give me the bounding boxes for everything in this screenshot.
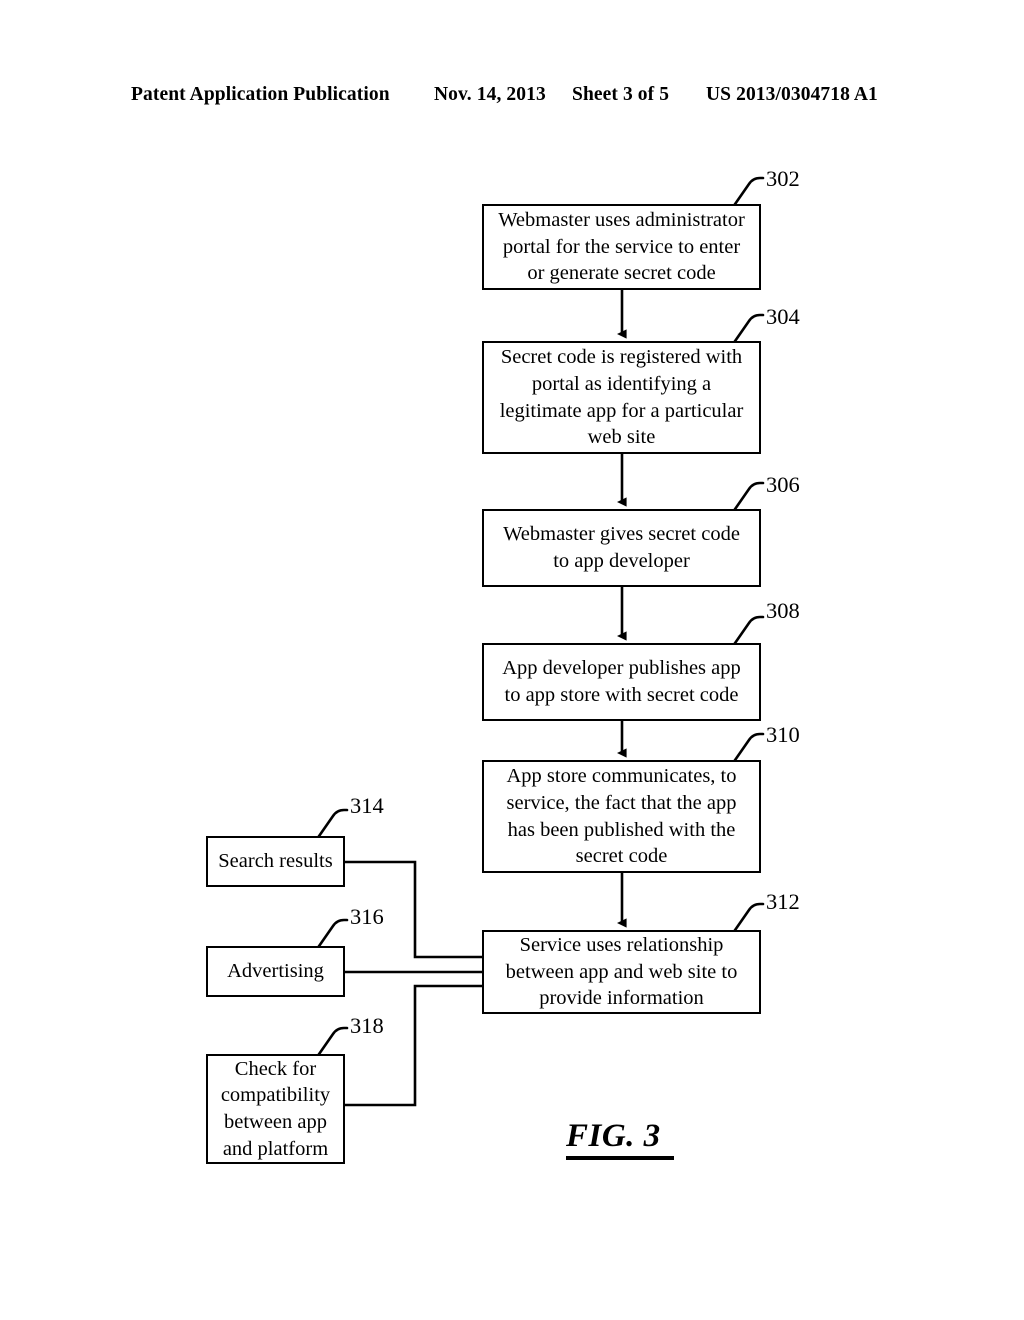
reference-numeral-302: 302 <box>766 166 800 191</box>
box-304-line-4: web site <box>587 426 656 449</box>
process-box-308[interactable]: App developer publishes app to app store… <box>482 643 761 721</box>
box-318-line-3: between app <box>223 1111 327 1133</box>
box-304-line-1: Secret code is registered with <box>500 346 743 369</box>
leader-302 <box>731 176 765 209</box>
box-318-line-2: compatibility <box>220 1084 331 1107</box>
process-box-306[interactable]: Webmaster gives secret code to app devel… <box>482 509 761 587</box>
box-310-line-1: App store communicates, to <box>506 765 737 788</box>
box-306-line-1: Webmaster gives secret code <box>503 523 740 546</box>
leader-308 <box>731 615 765 648</box>
reference-numeral-316: 316 <box>350 904 384 929</box>
box-302-line-2: portal for the service to enter <box>502 235 741 258</box>
leader-310 <box>731 732 765 765</box>
box-312-line-3: provide information <box>539 987 704 1010</box>
leader-304 <box>731 313 765 346</box>
process-box-310[interactable]: App store communicates, to service, the … <box>482 760 761 873</box>
process-box-304[interactable]: Secret code is registered with portal as… <box>482 341 761 454</box>
process-box-302[interactable]: Webmaster uses administrator portal for … <box>482 204 761 290</box>
figure-caption-text: FIG. 3 <box>566 1118 661 1154</box>
box-310-line-4: secret code <box>575 845 668 868</box>
leader-306 <box>731 481 765 514</box>
process-box-312[interactable]: Service uses relationship between app an… <box>482 930 761 1014</box>
box-310-line-3: has been published with the <box>507 818 736 841</box>
box-318-line-1: Check for <box>234 1057 317 1080</box>
box-312-line-1: Service uses relationship <box>519 934 724 957</box>
box-302-line-1: Webmaster uses administrator <box>498 209 745 232</box>
reference-numeral-310: 310 <box>766 722 800 747</box>
process-box-318[interactable]: Check for compatibility between app and … <box>206 1054 345 1164</box>
box-310-line-2: service, the fact that the app <box>506 791 737 814</box>
box-306-line-2: to app developer <box>553 550 690 572</box>
reference-numeral-318: 318 <box>350 1013 384 1038</box>
box-308-line-2: to app store with secret code <box>504 684 739 706</box>
box-304-line-2: portal as identifying a <box>531 372 712 395</box>
reference-numeral-306: 306 <box>766 472 800 497</box>
figure-caption: FIG. 3 <box>566 1118 674 1160</box>
flowchart-figure: Webmaster uses administrator portal for … <box>0 0 1024 1320</box>
leader-316 <box>315 918 349 951</box>
reference-numeral-308: 308 <box>766 598 800 623</box>
connector-318-to-312 <box>345 984 482 1107</box>
reference-numeral-312: 312 <box>766 889 800 914</box>
box-316-line-1: Advertising <box>227 960 324 983</box>
reference-numeral-314: 314 <box>350 793 384 818</box>
box-312-line-2: between app and web site to <box>505 960 738 983</box>
box-304-line-3: legitimate app for a particular <box>499 399 744 422</box>
process-box-316[interactable]: Advertising <box>206 946 345 997</box>
process-box-314[interactable]: Search results <box>206 836 345 887</box>
box-302-line-3: or generate secret code <box>527 262 716 285</box>
leader-314 <box>315 808 349 841</box>
figure-caption-underline <box>566 1156 674 1160</box>
box-314-line-1: Search results <box>218 850 333 873</box>
reference-numeral-304: 304 <box>766 304 800 329</box>
leader-318 <box>315 1026 349 1059</box>
box-318-line-4: and platform <box>222 1137 329 1160</box>
box-308-line-1: App developer publishes app <box>502 657 741 680</box>
leader-312 <box>731 902 765 935</box>
